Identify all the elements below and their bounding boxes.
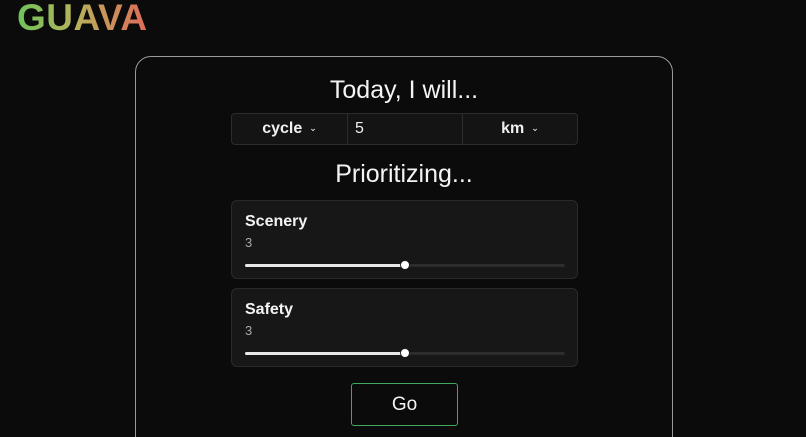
slider-fill: [245, 352, 405, 355]
slider-thumb[interactable]: [400, 348, 410, 358]
app-logo[interactable]: GUAVA: [17, 0, 148, 38]
activity-select[interactable]: cycle ⌄: [232, 114, 348, 144]
slider-thumb[interactable]: [400, 260, 410, 270]
safety-slider[interactable]: [245, 348, 565, 358]
chevron-down-icon: ⌄: [531, 122, 539, 133]
chevron-down-icon: ⌄: [309, 122, 317, 133]
page: GUAVA Today, I will... cycle ⌄ 5 km ⌄ Pr…: [0, 0, 806, 437]
scenery-slider[interactable]: [245, 260, 565, 270]
unit-select-value: km: [501, 120, 525, 137]
priority-label: Scenery: [245, 213, 308, 230]
planner-heading: Today, I will...: [329, 76, 479, 104]
unit-select[interactable]: km ⌄: [463, 114, 577, 144]
priority-value: 3: [245, 235, 253, 250]
activity-select-value: cycle: [262, 120, 303, 137]
slider-fill: [245, 264, 405, 267]
priorities-heading: Prioritizing...: [335, 160, 473, 188]
priority-label: Safety: [245, 301, 294, 318]
priority-card-scenery: Scenery 3: [231, 200, 578, 279]
priority-value: 3: [245, 323, 253, 338]
priority-card-safety: Safety 3: [231, 288, 578, 367]
distance-input-value: 5: [355, 120, 364, 137]
planner-card: Today, I will... cycle ⌄ 5 km ⌄ Prioriti…: [135, 56, 673, 437]
goal-row: cycle ⌄ 5 km ⌄: [231, 113, 578, 145]
distance-input[interactable]: 5: [348, 114, 463, 144]
go-button[interactable]: Go: [351, 383, 458, 426]
